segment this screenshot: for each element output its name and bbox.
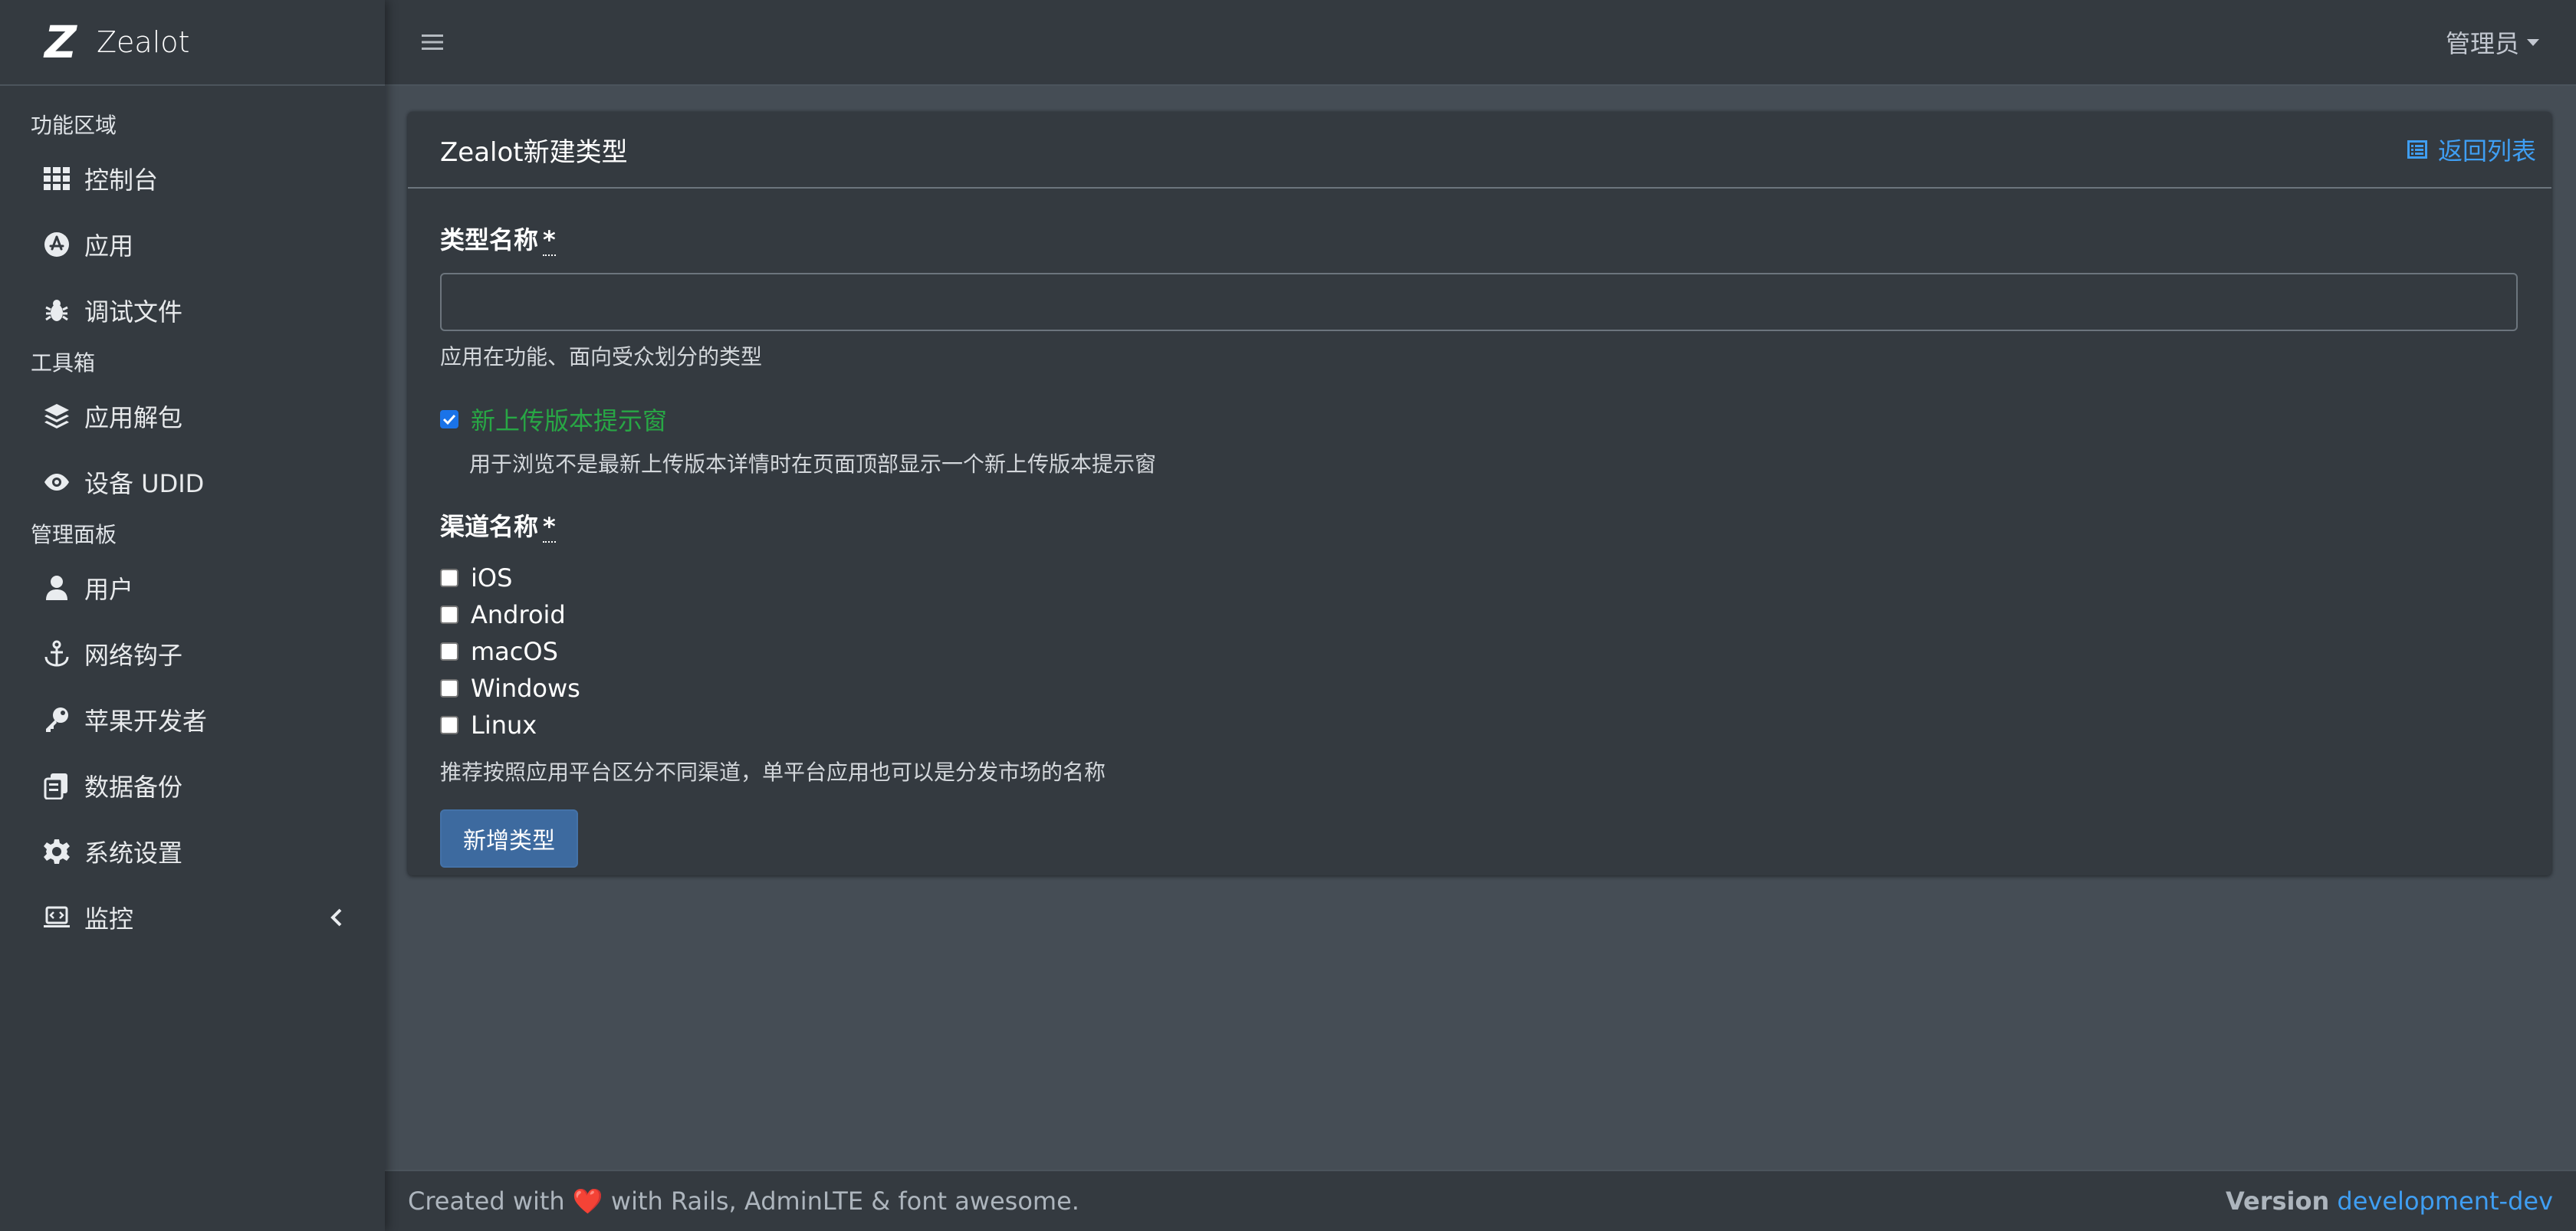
channel-option-label[interactable]: Windows [471,674,580,703]
required-mark: * [543,225,556,256]
user-label: 管理员 [2445,29,2519,58]
sidebar-item-label: 系统设置 [84,839,183,868]
footer: Created with ❤️ with Rails, AdminLTE & f… [385,1170,2576,1231]
channel-option-label[interactable]: Android [471,600,566,629]
nav-header-features: 功能区域 [31,113,117,138]
chevron-left-icon[interactable] [325,905,350,930]
copy-icon [41,770,72,801]
sidebar-item-debug-files[interactable]: 调试文件 [0,277,385,343]
channel-list: iOS Android macOS Windows Linux [440,560,2519,744]
sidebar-item-backups[interactable]: 数据备份 [0,753,385,819]
type-name-input[interactable] [440,273,2518,331]
channel-option-android[interactable]: Android [440,596,2519,633]
list-alt-icon [2407,140,2427,159]
new-type-card: Zealot新建类型 返回列表 类型名称 * 应用在功能、面向受众划分的类型 新上… [408,112,2551,875]
type-name-label-text: 类型名称 [440,225,539,254]
footer-created-prefix: Created with [408,1187,565,1216]
app-store-icon [41,229,72,260]
required-mark: * [543,512,556,543]
footer-credits: Created with ❤️ with Rails, AdminLTE & f… [408,1187,1079,1216]
sidebar-item-label: 设备 UDID [84,469,205,498]
channel-name-label: 渠道名称 * [440,507,2519,543]
card-body: 类型名称 * 应用在功能、面向受众划分的类型 新上传版本提示窗 用于浏览不是最新上… [408,189,2551,868]
brand-logo: Z [44,16,77,68]
new-version-notice-help: 用于浏览不是最新上传版本详情时在页面顶部显示一个新上传版本提示窗 [469,451,1157,477]
card-header: Zealot新建类型 返回列表 [408,112,2551,189]
sidebar-item-label: 苹果开发者 [84,707,208,736]
card-title: Zealot新建类型 [440,136,628,168]
version-link[interactable]: development-dev [2337,1187,2553,1216]
layer-group-icon [41,401,72,432]
sidebar-item-webhooks[interactable]: 网络钩子 [0,621,385,687]
heart-icon: ❤️ [572,1187,603,1216]
new-version-notice-label[interactable]: 新上传版本提示窗 [471,402,667,437]
channel-option-windows[interactable]: Windows [440,670,2519,707]
channel-option-label[interactable]: macOS [471,637,558,666]
sidebar-item-label: 应用解包 [84,403,183,432]
sidebar-item-monitoring[interactable]: 监控 [0,885,385,950]
channel-option-label[interactable]: iOS [471,563,512,593]
sidebar: Z Zealot 功能区域 控制台 应用 调试文件 工具箱 应用解包 设备 UD… [0,0,385,1231]
bug-icon [41,295,72,326]
nav-header-admin: 管理面板 [31,522,117,547]
menu-toggle-icon[interactable] [419,28,446,56]
type-name-help: 应用在功能、面向受众划分的类型 [440,344,763,369]
channel-checkbox[interactable] [440,642,458,661]
nav-header-tools: 工具箱 [31,350,96,376]
anchor-icon [41,638,72,669]
channel-help: 推荐按照应用平台区分不同渠道，单平台应用也可以是分发市场的名称 [440,760,1106,785]
check-icon [442,414,456,425]
sidebar-item-settings[interactable]: 系统设置 [0,819,385,885]
type-name-label: 类型名称 * [440,221,2519,256]
new-version-notice-checkbox[interactable] [440,410,458,428]
channel-checkbox[interactable] [440,569,458,587]
channel-option-linux[interactable]: Linux [440,707,2519,744]
sidebar-item-label: 网络钩子 [84,641,183,670]
channel-checkbox[interactable] [440,716,458,734]
create-type-button[interactable]: 新增类型 [440,809,578,868]
th-icon [41,163,72,194]
brand-name: Zealot [97,25,190,59]
new-version-notice-row: 新上传版本提示窗 [440,402,2519,437]
sidebar-item-apps[interactable]: 应用 [0,212,385,277]
sidebar-item-users[interactable]: 用户 [0,555,385,621]
eye-icon [41,467,72,497]
channel-option-macos[interactable]: macOS [440,633,2519,670]
channel-option-ios[interactable]: iOS [440,560,2519,596]
channel-checkbox[interactable] [440,606,458,624]
sidebar-item-apple-developer[interactable]: 苹果开发者 [0,687,385,753]
sidebar-item-label: 应用 [84,231,134,261]
sidebar-item-label: 调试文件 [84,297,183,327]
laptop-code-icon [41,902,72,933]
user-dropdown[interactable]: 管理员 [2446,25,2539,60]
caret-down-icon [2527,38,2539,46]
user-icon [41,573,72,603]
channel-option-label[interactable]: Linux [471,711,537,740]
brand-link[interactable]: Z Zealot [0,0,385,86]
back-to-list-link[interactable]: 返回列表 [2406,132,2536,167]
sidebar-item-device-udid[interactable]: 设备 UDID [0,449,385,515]
version-label: Version [2225,1187,2330,1216]
sidebar-item-label: 数据备份 [84,773,183,802]
sidebar-item-label: 用户 [84,575,134,604]
sidebar-item-dashboard[interactable]: 控制台 [0,146,385,212]
channel-checkbox[interactable] [440,679,458,698]
sidebar-item-label: 监控 [84,904,134,934]
footer-created-suffix: with Rails, AdminLTE & font awesome. [610,1187,1079,1216]
channel-name-label-text: 渠道名称 [440,512,539,541]
sidebar-item-app-parse[interactable]: 应用解包 [0,383,385,449]
back-link-label: 返回列表 [2437,136,2536,166]
top-navbar: 管理员 [385,0,2576,86]
sidebar-item-label: 控制台 [84,166,159,195]
footer-version: Version development-dev [2226,1187,2553,1216]
gear-icon [41,836,72,867]
key-icon [41,704,72,735]
